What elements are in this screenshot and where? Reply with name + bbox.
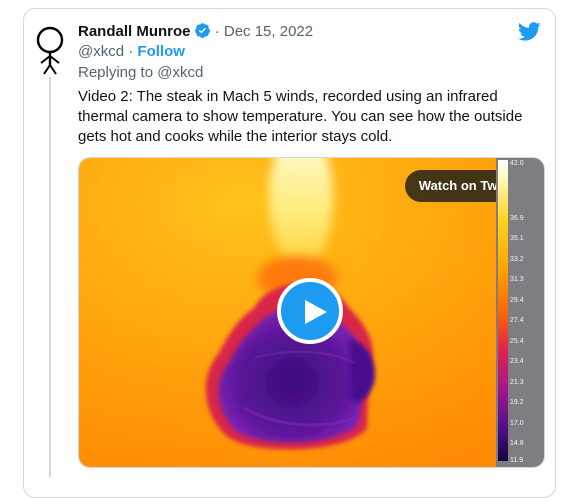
scale-label: 14.8 — [510, 440, 524, 447]
tweet-date[interactable]: Dec 15, 2022 — [224, 23, 313, 40]
author-avatar[interactable] — [32, 25, 68, 75]
play-button[interactable] — [277, 278, 343, 344]
handle-separator: · — [124, 43, 138, 60]
temperature-scale: 42.0 36.9 35.1 33.2 31.3 29.4 27.4 25.4 … — [496, 158, 544, 467]
scale-label: 11.9 — [510, 457, 524, 464]
scale-label: 36.9 — [510, 215, 524, 222]
scale-label: 42.0 — [510, 160, 524, 167]
tweet-header: Randall Munroe · Dec 15, 2022 — [78, 22, 313, 42]
scale-label: 25.4 — [510, 338, 524, 345]
scale-label: 21.3 — [510, 379, 524, 386]
scale-label: 27.4 — [510, 317, 524, 324]
scale-label: 29.4 — [510, 297, 524, 304]
scale-label: 31.3 — [510, 276, 524, 283]
handle-row: @xkcd · Follow — [78, 42, 185, 62]
scale-label: 17.0 — [510, 420, 524, 427]
scale-label: 33.2 — [510, 256, 524, 263]
video-player[interactable]: Watch on Twitter 42.0 36.9 35.1 33.2 31.… — [78, 157, 545, 468]
replying-to-handle[interactable]: @xkcd — [157, 64, 203, 81]
verified-badge-icon — [194, 23, 210, 38]
tweet-text: Video 2: The steak in Mach 5 winds, reco… — [78, 88, 523, 145]
twitter-bird-icon[interactable] — [517, 22, 541, 42]
thread-line — [49, 77, 51, 477]
scale-label: 23.4 — [510, 358, 524, 365]
date-separator: · — [210, 23, 224, 40]
tweet-card: Randall Munroe · Dec 15, 2022 @xkcd · Fo… — [23, 8, 556, 498]
temperature-scale-bar — [498, 160, 508, 461]
replying-to: Replying to @xkcd — [78, 63, 203, 83]
play-icon — [305, 300, 327, 324]
author-name[interactable]: Randall Munroe — [78, 23, 191, 40]
scale-label: 35.1 — [510, 235, 524, 242]
replying-to-label: Replying to — [78, 64, 158, 81]
author-handle[interactable]: @xkcd — [78, 43, 124, 60]
scale-label: 19.2 — [510, 399, 524, 406]
follow-button[interactable]: Follow — [137, 43, 185, 60]
